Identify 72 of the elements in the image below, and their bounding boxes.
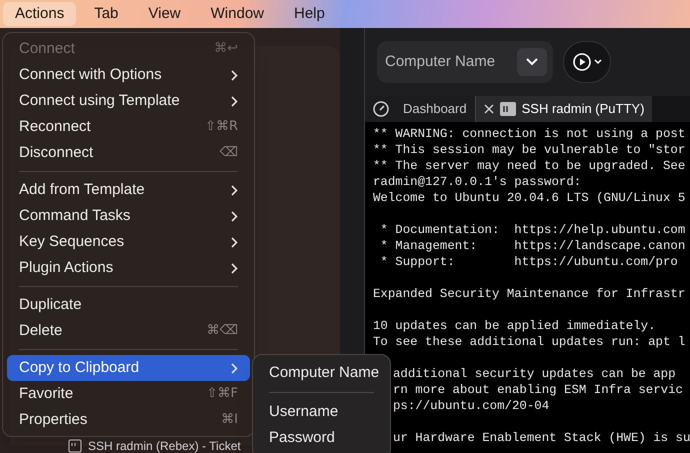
menu-item-label: Favorite [19, 384, 74, 404]
chevron-down-icon [594, 59, 602, 65]
menu-item[interactable]: Delete ⌘⌫ [7, 318, 250, 344]
menu-item[interactable]: Favorite ⇧⌘F [7, 381, 250, 407]
menu-item-label: Delete [19, 320, 62, 341]
terminal-line: ps://ubuntu.com/20-04 [393, 399, 550, 413]
shortcut-label: ⌫ [220, 144, 238, 162]
play-icon [572, 53, 590, 71]
terminal-line: ur Hardware Enablement Stack (HWE) is su [393, 431, 690, 445]
menu-item-label: Disconnect [19, 142, 94, 163]
menu-item-label: Duplicate [19, 294, 82, 315]
terminal-line: * Management: https://landscape.canon [379, 239, 686, 253]
menu-bar-item[interactable]: Help [282, 2, 337, 26]
menu-bar-item[interactable]: View [136, 2, 193, 26]
tab-label: SSH radmin (PuTTY) [522, 100, 644, 118]
terminal-line: ** WARNING: connection is not using a post [373, 127, 686, 141]
menu-item-label: Copy to Clipboard [19, 358, 140, 378]
menu-item[interactable]: Properties ⌘I [7, 407, 250, 433]
terminal-line: rn more about enabling ESM Infra servic [393, 383, 683, 397]
dropdown-button[interactable] [517, 48, 547, 76]
terminal-line: * Documentation: https://help.ubuntu.com [379, 223, 686, 237]
menu-item-label: Connect using Template [19, 90, 180, 111]
menu-bar-item[interactable]: Window [198, 2, 276, 26]
menu-item-label: Reconnect [19, 116, 91, 137]
shortcut-label: ⇧⌘R [205, 118, 238, 136]
terminal-line: additional security updates can be app [393, 367, 676, 381]
menu-item[interactable]: Duplicate [7, 292, 250, 318]
close-icon[interactable] [484, 104, 494, 114]
shortcut-label: ⌘I [221, 411, 238, 430]
terminal-icon [68, 439, 82, 453]
menu-item[interactable]: Key Sequences [7, 229, 250, 255]
computer-name-field[interactable]: Computer Name [377, 41, 553, 83]
menu-item[interactable]: Connect with Options [7, 62, 250, 88]
play-button[interactable] [563, 41, 611, 83]
terminal-line: 10 updates can be applied immediately. [373, 319, 656, 333]
menu-item[interactable]: Add from Template [7, 177, 250, 203]
shortcut-label: ⌘↩ [214, 40, 238, 58]
connection-label: SSH radmin (Rebex) - Ticket [88, 440, 241, 452]
compass-icon [373, 101, 389, 117]
menu-item-label: Connect with Options [19, 64, 162, 85]
computer-name-input[interactable]: Computer Name [385, 50, 513, 74]
chevron-down-icon [526, 58, 538, 66]
menu-item-label: Plugin Actions [19, 258, 114, 278]
tab[interactable]: Dashboard [365, 96, 475, 122]
terminal-line: ** This session may be vulnerable to "stor [373, 143, 686, 157]
menu-item-label: Add from Template [19, 180, 145, 200]
terminal-line: Welcome to Ubuntu 20.04.6 LTS (GNU/Linux 5 [373, 191, 686, 205]
terminal-line: To see these additional updates run: apt l [373, 335, 686, 349]
submenu-item[interactable]: Username [257, 399, 386, 425]
menu-item[interactable]: Plugin Actions [7, 255, 250, 281]
menu-item[interactable]: Connect using Template [7, 88, 250, 114]
submenu-item[interactable]: Computer Name [257, 360, 386, 386]
shortcut-label: ⇧⌘F [206, 385, 238, 404]
menu-item[interactable]: Reconnect ⇧⌘R [7, 114, 250, 140]
menu-item-label: Command Tasks [19, 206, 130, 226]
menu-item-label: Properties [19, 410, 88, 430]
menu-bar-item[interactable]: Tab [82, 2, 130, 26]
tab-label: Dashboard [403, 100, 467, 118]
menu-bar-item[interactable]: Actions [3, 2, 76, 26]
terminal-icon [500, 102, 516, 116]
shortcut-label: ⌘⌫ [206, 322, 238, 340]
submenu-item[interactable]: Password [257, 425, 386, 451]
menu-item[interactable]: Copy to Clipboard [7, 355, 250, 381]
menu-item[interactable]: Command Tasks [7, 203, 250, 229]
menu-item-label: Key Sequences [19, 232, 124, 252]
terminal-line: * Support: https://ubuntu.com/pro [379, 255, 678, 269]
menu-item[interactable]: Disconnect ⌫ [7, 140, 250, 166]
tab[interactable]: SSH radmin (PuTTY) [474, 96, 652, 122]
terminal-line: Expanded Security Maintenance for Infrastr [373, 287, 686, 301]
terminal-line: radmin@127.0.0.1's password: [373, 175, 582, 189]
menu-item-label: Connect [19, 38, 75, 59]
terminal-line: ** The server may need to be upgraded. See [373, 159, 686, 173]
